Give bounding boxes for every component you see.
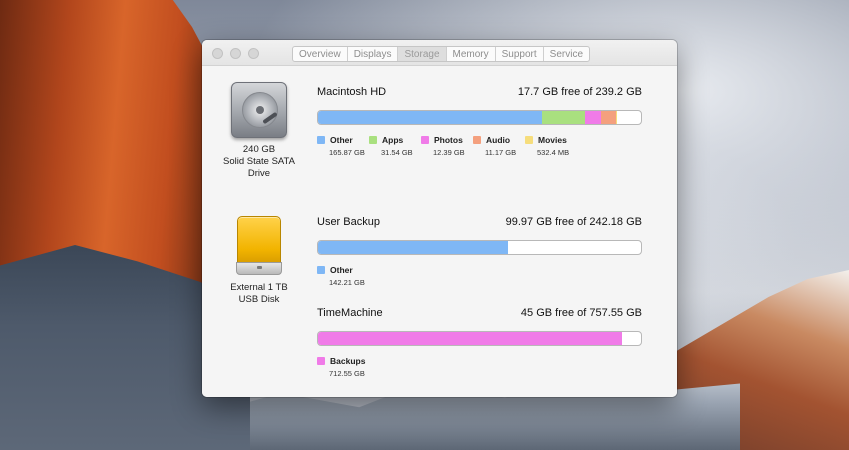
legend-name: Photos <box>434 134 463 145</box>
drive-capacity-label: 240 GB <box>242 144 276 155</box>
volume-timemachine: TimeMachine 45 GB free of 757.55 GB Back… <box>317 307 642 378</box>
tab-bar: Overview Displays Storage Memory Support… <box>292 46 591 62</box>
color-swatch <box>317 265 325 274</box>
storage-segment-audio[interactable] <box>601 111 617 124</box>
legend-size: 31.54 GB <box>381 148 413 157</box>
drive-capacity-label: External 1 TB <box>230 282 288 293</box>
tab-overview[interactable]: Overview <box>293 47 348 61</box>
storage-segment-other[interactable] <box>318 241 508 254</box>
storage-bar[interactable] <box>317 110 642 125</box>
storage-segment-other[interactable] <box>318 111 542 124</box>
drive-kind-label: Drive <box>247 168 271 179</box>
internal-drive: 240 GB Solid State SATA Drive <box>204 82 314 180</box>
volume-name: TimeMachine <box>317 307 383 319</box>
legend-size: 11.17 GB <box>485 148 517 157</box>
close-button[interactable] <box>212 48 223 59</box>
legend-name: Movies <box>538 134 567 145</box>
legend-item-apps: Apps 31.54 GB <box>369 134 421 157</box>
storage-pane: 240 GB Solid State SATA Drive External 1… <box>202 66 677 397</box>
zoom-button[interactable] <box>248 48 259 59</box>
storage-bar[interactable] <box>317 331 642 346</box>
storage-segment-photos[interactable] <box>584 111 602 124</box>
about-this-mac-window: Overview Displays Storage Memory Support… <box>202 40 677 397</box>
tab-service[interactable]: Service <box>544 47 589 61</box>
color-swatch <box>473 135 481 144</box>
legend-name: Audio <box>486 134 511 145</box>
legend-size: 532.4 MB <box>537 148 570 157</box>
storage-segment-apps[interactable] <box>541 111 585 124</box>
legend-size: 142.21 GB <box>329 278 365 287</box>
storage-legend: Other 165.87 GB Apps 31.54 GB Photos 12.… <box>317 134 642 157</box>
volume-macintosh-hd: Macintosh HD 17.7 GB free of 239.2 GB Ot… <box>317 86 642 157</box>
tab-memory[interactable]: Memory <box>447 47 496 61</box>
legend-name: Backups <box>330 355 366 366</box>
storage-segment-backups[interactable] <box>318 332 622 345</box>
color-swatch <box>421 135 429 144</box>
volume-name: Macintosh HD <box>317 86 387 98</box>
legend-size: 712.55 GB <box>329 369 365 378</box>
storage-bar[interactable] <box>317 240 642 255</box>
legend-name: Other <box>330 264 353 275</box>
tab-storage[interactable]: Storage <box>398 47 447 61</box>
volume-name: User Backup <box>317 216 380 228</box>
internal-drive-label: 240 GB Solid State SATA Drive <box>204 144 314 180</box>
storage-legend: Other 142.21 GB <box>317 264 642 287</box>
color-swatch <box>317 356 325 365</box>
storage-segment-movies[interactable] <box>616 111 618 124</box>
volume-free-space: 17.7 GB free of 239.2 GB <box>517 86 642 98</box>
legend-item-other: Other 165.87 GB <box>317 134 369 157</box>
legend-item-photos: Photos 12.39 GB <box>421 134 473 157</box>
storage-legend: Backups 712.55 GB <box>317 355 642 378</box>
hard-drive-icon <box>231 82 287 138</box>
color-swatch <box>317 135 325 144</box>
tab-support[interactable]: Support <box>496 47 544 61</box>
minimize-button[interactable] <box>230 48 241 59</box>
drive-type-label: USB Disk <box>238 294 280 305</box>
color-swatch <box>525 135 533 144</box>
legend-size: 165.87 GB <box>329 148 365 157</box>
drive-type-label: Solid State SATA <box>223 156 295 167</box>
legend-name: Apps <box>382 134 404 145</box>
external-drive-label: External 1 TB USB Disk <box>204 282 314 306</box>
legend-size: 12.39 GB <box>433 148 465 157</box>
color-swatch <box>369 135 377 144</box>
tab-displays[interactable]: Displays <box>348 47 399 61</box>
legend-item-backups: Backups 712.55 GB <box>317 355 369 378</box>
external-drive-icon <box>236 216 282 276</box>
title-bar[interactable]: Overview Displays Storage Memory Support… <box>202 40 677 66</box>
legend-item-movies: Movies 532.4 MB <box>525 134 582 157</box>
legend-name: Other <box>330 134 353 145</box>
window-controls <box>212 48 259 59</box>
legend-item-audio: Audio 11.17 GB <box>473 134 525 157</box>
legend-item-other: Other 142.21 GB <box>317 264 369 287</box>
volume-free-space: 99.97 GB free of 242.18 GB <box>505 216 642 228</box>
volume-free-space: 45 GB free of 757.55 GB <box>520 307 642 319</box>
volume-user-backup: User Backup 99.97 GB free of 242.18 GB O… <box>317 216 642 287</box>
external-drive: External 1 TB USB Disk <box>204 216 314 306</box>
